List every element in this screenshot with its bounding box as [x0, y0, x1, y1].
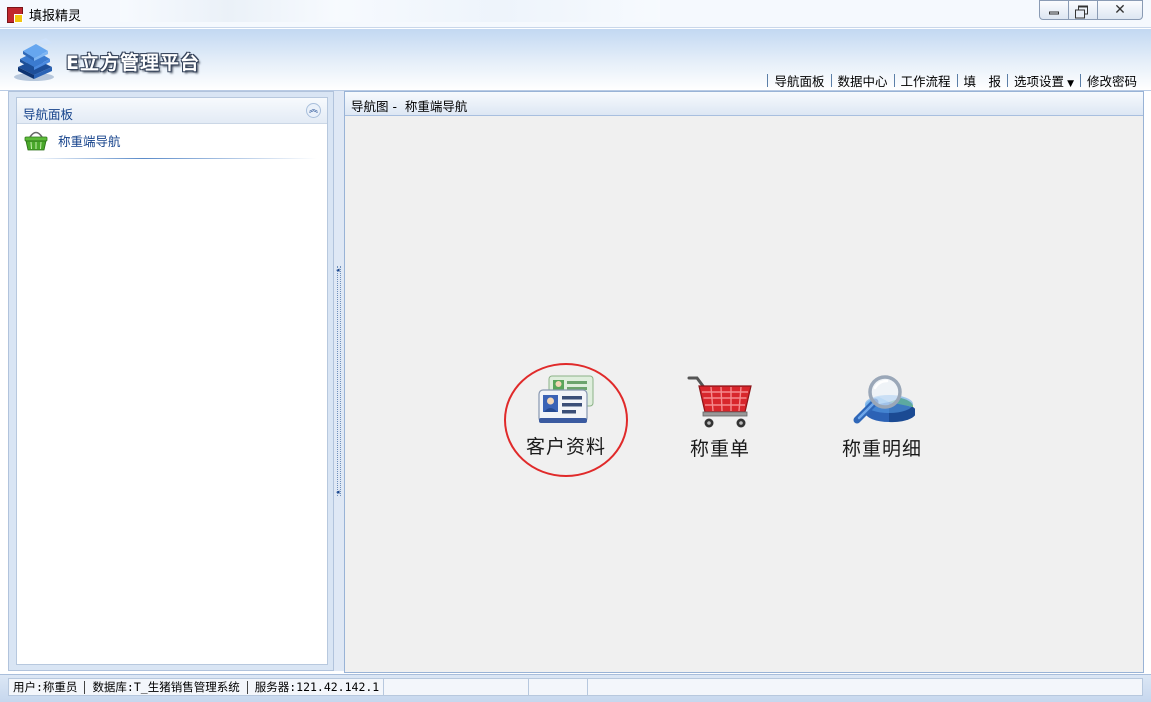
status-separator: [84, 680, 86, 694]
window-controls: ✕: [1039, 0, 1143, 20]
divider: [27, 158, 317, 159]
panel-splitter[interactable]: ◂ ◂: [334, 91, 344, 671]
tile-weighing-details[interactable]: 称重明细: [822, 374, 942, 461]
status-divider: [383, 679, 385, 695]
nav-fill-report[interactable]: 填 报: [964, 71, 1002, 90]
minimize-button[interactable]: [1039, 0, 1069, 20]
tile-label: 称重单: [689, 438, 750, 460]
nav-separator: [767, 74, 769, 87]
main-panel-header: 导航图 - 称重端导航: [345, 92, 1143, 116]
navigation-panel: 导航面板 ︽ 称重端导航: [16, 97, 328, 665]
nav-nav-panel[interactable]: 导航面板: [774, 71, 824, 90]
app-header: E立方管理平台 导航面板 数据中心 工作流程 填 报 选项设置 ▼ 修改密码: [0, 29, 1151, 91]
logo-icon: [14, 38, 54, 81]
restore-icon: [1075, 5, 1088, 19]
chevron-double-up-icon: ︽: [308, 105, 318, 115]
nav-options-label: 选项设置: [1014, 74, 1065, 89]
background-window-ghost: [120, 0, 660, 22]
navigation-diagram: 客户资料 称重单 称重明细: [345, 116, 1143, 672]
status-divider: [528, 679, 530, 695]
status-user: 用户:称重员: [13, 680, 78, 694]
nav-workflow[interactable]: 工作流程: [901, 71, 951, 90]
status-bar: 用户:称重员 数据库:T_生猪销售管理系统 服务器:121.42.142.1: [0, 674, 1151, 702]
status-separator: [246, 680, 248, 694]
basket-icon: [24, 131, 48, 151]
nav-options-settings[interactable]: 选项设置 ▼: [1014, 71, 1074, 90]
tile-label: 客户资料: [525, 436, 606, 458]
collapse-left-icon[interactable]: ◂: [336, 489, 342, 496]
nav-separator: [956, 74, 958, 87]
tile-weighing-bill[interactable]: 称重单: [660, 372, 780, 461]
app-icon: [7, 7, 23, 23]
nav-separator: [893, 74, 895, 87]
tile-customer-info[interactable]: 客户资料: [506, 374, 626, 459]
left-panel-container: 导航面板 ︽ 称重端导航: [8, 91, 334, 671]
sidebar-item-label: 称重端导航: [58, 134, 121, 149]
tile-label: 称重明细: [841, 438, 922, 460]
status-server: 服务器:121.42.142.1: [254, 680, 380, 694]
page-title: 导航图 - 称重端导航: [351, 99, 468, 114]
shopping-cart-icon: [687, 376, 752, 428]
contact-card-icon: [538, 375, 594, 423]
nav-separator: [830, 74, 832, 87]
window-titlebar: 填报精灵 ✕: [0, 0, 1151, 28]
sidebar-item-weighing-nav[interactable]: 称重端导航: [23, 128, 313, 158]
status-bar-inner: 用户:称重员 数据库:T_生猪销售管理系统 服务器:121.42.142.1: [8, 678, 1143, 696]
collapse-button[interactable]: ︽: [306, 103, 321, 118]
close-icon: ✕: [1114, 2, 1126, 18]
maximize-button[interactable]: [1068, 0, 1098, 20]
window-title: 填报精灵: [29, 9, 82, 24]
minimize-icon: [1049, 11, 1059, 15]
chevron-down-icon: ▼: [1067, 79, 1074, 89]
nav-separator: [1079, 74, 1081, 87]
nav-separator: [1007, 74, 1009, 87]
main-panel: 导航图 - 称重端导航 客户资料 称重单 称重明细: [344, 91, 1144, 673]
splitter-handle[interactable]: [337, 266, 341, 496]
status-divider: [587, 679, 589, 695]
top-navigation: 导航面板 数据中心 工作流程 填 报 选项设置 ▼ 修改密码: [761, 71, 1137, 90]
nav-data-center[interactable]: 数据中心: [838, 71, 888, 90]
magnifier-chart-icon: [853, 375, 915, 424]
close-button[interactable]: ✕: [1097, 0, 1143, 20]
nav-change-password[interactable]: 修改密码: [1087, 71, 1137, 90]
navigation-panel-title: 导航面板: [23, 107, 74, 122]
status-database: 数据库:T_生猪销售管理系统: [92, 680, 240, 694]
navigation-panel-header: 导航面板 ︽: [17, 98, 327, 124]
brand-title: E立方管理平台: [66, 52, 200, 74]
